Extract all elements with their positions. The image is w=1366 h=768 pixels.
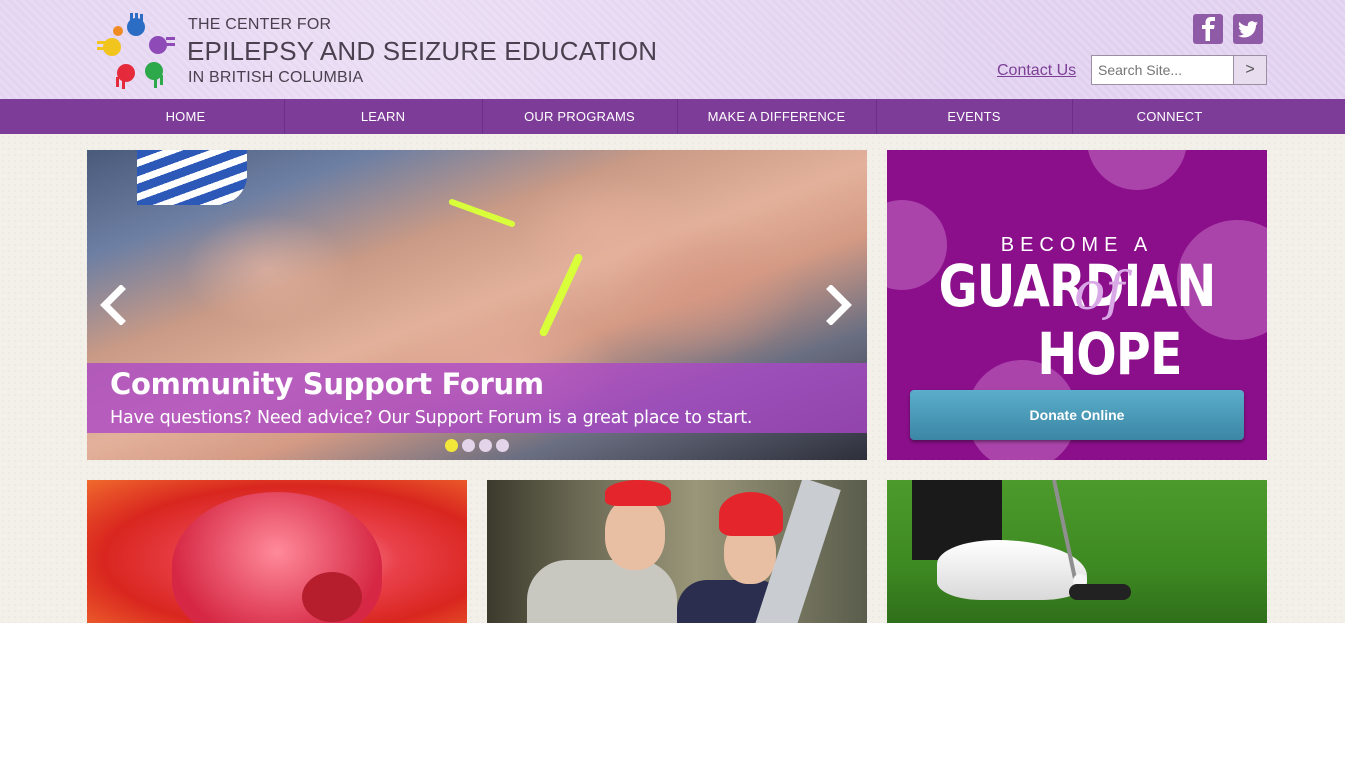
search-button[interactable]: > [1233,55,1267,85]
org-name-line2: EPILEPSY AND SEIZURE EDUCATION [187,36,658,66]
golf-shoe [937,540,1087,600]
slide-text: Have questions? Need advice? Our Support… [110,408,753,428]
slide-caption[interactable]: Community Support Forum Have questions? … [87,363,867,433]
tile-events-golf[interactable] [887,480,1267,623]
brain-image-cerebellum [302,572,362,622]
slider-dot-4[interactable] [496,439,509,452]
main-nav: HOME LEARN OUR PROGRAMS MAKE A DIFFERENC… [0,99,1345,134]
slider-pagination [445,439,509,452]
nav-item-events[interactable]: EVENTS [876,99,1072,134]
slider-dot-1[interactable] [445,439,458,452]
decorative-circle [1087,150,1187,190]
contact-us-link[interactable]: Contact Us [997,62,1076,80]
guardian-of-hope-banner[interactable]: BECOME A GUARDIAN HOPE of Donate Online [887,150,1267,460]
red-helmet [605,480,671,506]
nav-item-our-programs[interactable]: OUR PROGRAMS [482,99,677,134]
photo-person [527,560,677,623]
slider-dot-2[interactable] [462,439,475,452]
photo-face [605,498,665,570]
twitter-icon[interactable] [1233,14,1263,44]
facebook-icon[interactable] [1193,14,1223,44]
org-name-line1: THE CENTER FOR [188,16,332,33]
org-name-line3: IN BRITISH COLUMBIA [188,69,364,86]
hands-logo-icon[interactable] [96,13,176,89]
nav-item-learn[interactable]: LEARN [284,99,482,134]
of-word: of [1074,262,1125,322]
slider-prev-arrow-icon[interactable] [97,285,127,325]
site-header: THE CENTER FOR EPILEPSY AND SEIZURE EDUC… [0,0,1345,99]
red-helmet [719,492,783,536]
golf-club-head [1069,584,1131,600]
slider-dot-3[interactable] [479,439,492,452]
tile-learn-brain[interactable] [87,480,467,623]
slide-title[interactable]: Community Support Forum [110,367,544,401]
hope-word: HOPE [1037,320,1182,388]
slide-image-sleeve [137,150,247,205]
nav-item-home[interactable]: HOME [87,99,284,134]
nav-item-connect[interactable]: CONNECT [1072,99,1267,134]
tile-programs-family[interactable] [487,480,867,623]
slider-next-arrow-icon[interactable] [825,285,855,325]
hero-slider[interactable]: Community Support Forum Have questions? … [87,150,867,460]
donate-online-button[interactable]: Donate Online [910,390,1244,440]
search-input[interactable] [1091,55,1234,85]
nav-item-make-a-difference[interactable]: MAKE A DIFFERENCE [677,99,876,134]
